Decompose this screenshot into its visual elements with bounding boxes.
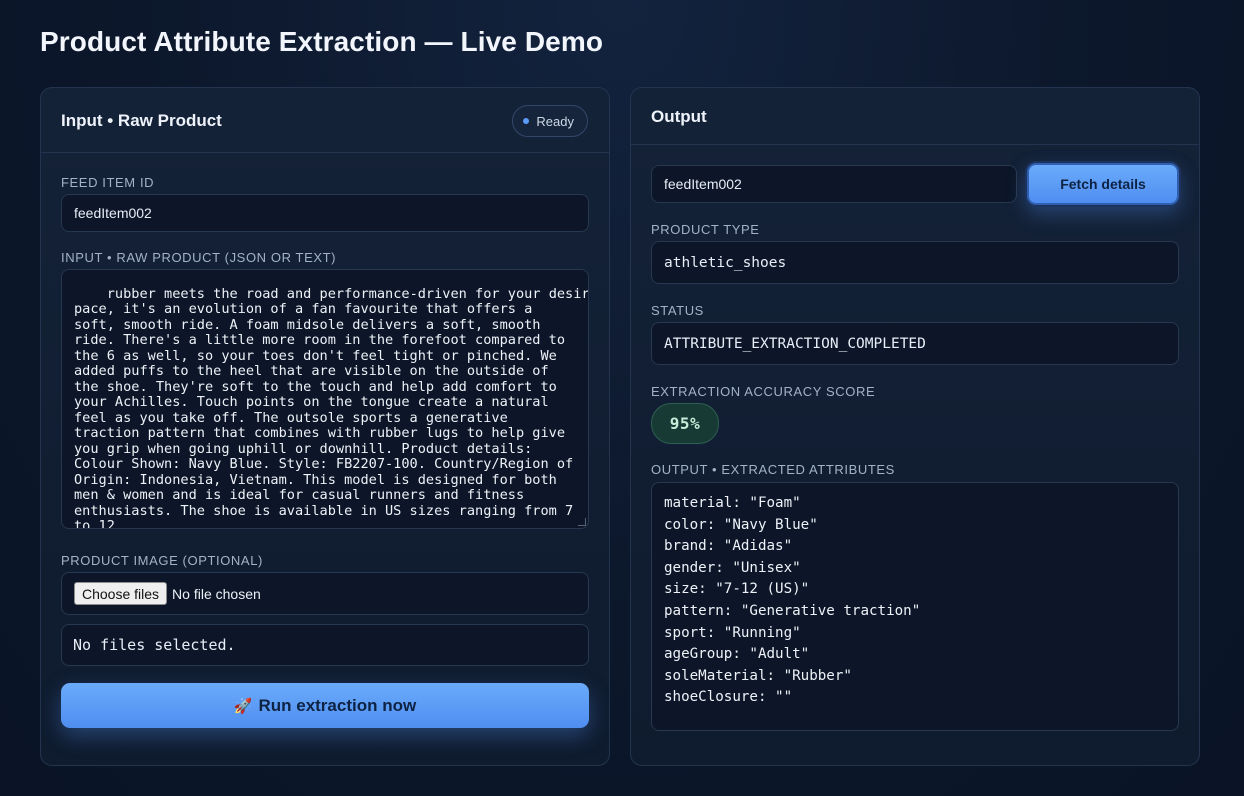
input-panel-title: Input • Raw Product bbox=[61, 111, 222, 130]
accuracy-score-label: EXTRACTION ACCURACY SCORE bbox=[651, 384, 876, 399]
extracted-attributes-box: material: "Foam" color: "Navy Blue" bran… bbox=[651, 482, 1179, 731]
attribute-line: pattern: "Generative traction" bbox=[664, 602, 921, 619]
rocket-icon: 🚀 bbox=[233, 697, 253, 715]
attribute-line: ageGroup: "Adult" bbox=[664, 646, 810, 663]
status-badge: Ready bbox=[512, 105, 588, 137]
fetch-details-button[interactable]: Fetch details bbox=[1027, 163, 1179, 205]
status-value: ATTRIBUTE_EXTRACTION_COMPLETED bbox=[651, 322, 1179, 365]
status-dot-icon bbox=[523, 118, 530, 124]
attribute-line: gender: "Unisex" bbox=[664, 559, 801, 576]
product-type-label: PRODUCT TYPE bbox=[651, 222, 760, 237]
attribute-line: soleMaterial: "Rubber" bbox=[664, 667, 852, 684]
attribute-line: brand: "Adidas" bbox=[664, 538, 793, 555]
choose-files-button[interactable]: Choose files bbox=[74, 582, 168, 605]
page-title: Product Attribute Extraction — Live Demo bbox=[40, 26, 604, 57]
raw-product-label: INPUT • RAW PRODUCT (JSON OR TEXT) bbox=[61, 250, 337, 265]
raw-product-text: rubber meets the road and performance-dr… bbox=[74, 285, 589, 529]
attribute-line: shoeClosure: "" bbox=[664, 689, 793, 706]
fetch-feed-item-input[interactable]: feedItem002 bbox=[651, 165, 1017, 203]
run-extraction-button[interactable]: 🚀 Run extraction now bbox=[61, 683, 589, 728]
selected-files-box: No files selected. bbox=[61, 624, 589, 666]
feed-item-id-input[interactable]: feedItem002 bbox=[61, 194, 589, 232]
attribute-line: color: "Navy Blue" bbox=[664, 516, 818, 533]
output-panel-title: Output bbox=[651, 107, 707, 126]
product-type-value: athletic_shoes bbox=[651, 241, 1179, 284]
file-chosen-status: No file chosen bbox=[172, 585, 261, 602]
raw-product-textarea[interactable]: rubber meets the road and performance-dr… bbox=[61, 269, 589, 529]
feed-item-id-label: FEED ITEM ID bbox=[61, 175, 155, 190]
attribute-line: size: "7-12 (US)" bbox=[664, 581, 810, 598]
attribute-line: material: "Foam" bbox=[664, 495, 801, 511]
input-panel-header: Input • Raw Product Ready bbox=[41, 88, 609, 153]
accuracy-score-badge: 95% bbox=[651, 403, 719, 444]
output-panel-header: Output bbox=[631, 88, 1199, 145]
run-extraction-label: Run extraction now bbox=[258, 695, 417, 715]
extracted-attributes-label: OUTPUT • EXTRACTED ATTRIBUTES bbox=[651, 462, 895, 477]
input-panel: Input • Raw Product Ready FEED ITEM ID f… bbox=[40, 87, 610, 766]
product-image-file-input[interactable]: Choose files No file chosen bbox=[61, 572, 589, 615]
attribute-line: sport: "Running" bbox=[664, 624, 801, 641]
resize-handle-icon[interactable] bbox=[578, 518, 586, 526]
status-badge-label: Ready bbox=[536, 113, 574, 129]
output-panel: Output feedItem002 Fetch details PRODUCT… bbox=[630, 87, 1200, 766]
product-image-label: PRODUCT IMAGE (OPTIONAL) bbox=[61, 553, 263, 568]
status-label: STATUS bbox=[651, 303, 704, 318]
